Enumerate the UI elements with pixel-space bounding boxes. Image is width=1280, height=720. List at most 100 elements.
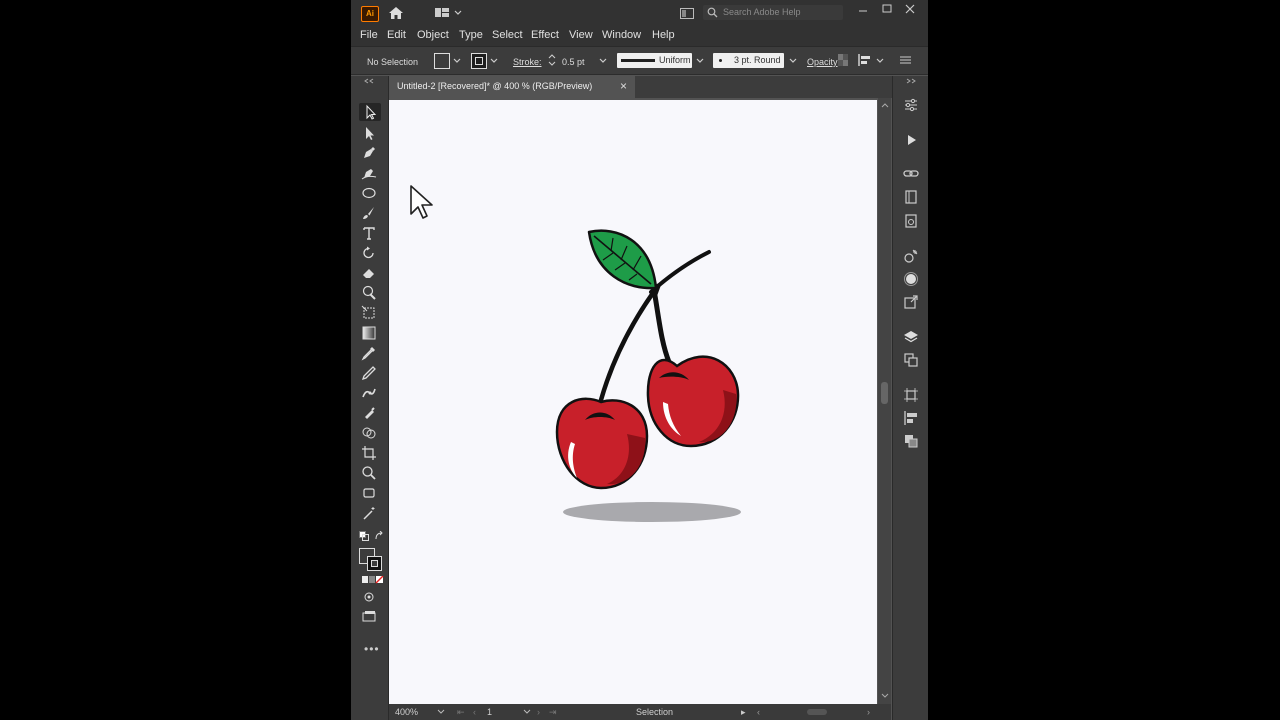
fill-swatch[interactable] — [434, 53, 450, 69]
free-transform-tool-icon[interactable] — [361, 305, 377, 321]
artboard-number[interactable]: 1 — [487, 707, 492, 717]
home-icon[interactable] — [388, 6, 404, 20]
paintbrush-tool-icon[interactable] — [361, 205, 377, 221]
workspace-switcher-icon[interactable] — [435, 8, 463, 18]
variable-width-profile[interactable]: Uniform — [617, 53, 692, 68]
brush-definition[interactable]: 3 pt. Round — [713, 53, 784, 68]
eraser-tool-icon[interactable] — [361, 265, 377, 281]
properties-panel-icon[interactable] — [903, 97, 919, 113]
stroke-weight-stepper-icon[interactable] — [548, 53, 556, 67]
align-icon[interactable] — [858, 53, 872, 67]
previous-artboard-icon[interactable]: ‹ — [473, 707, 476, 717]
minimize-button[interactable] — [857, 4, 869, 16]
vertical-scrollbar[interactable] — [878, 98, 891, 704]
menu-help[interactable]: Help — [652, 29, 675, 41]
canvas-area[interactable] — [389, 98, 891, 704]
menu-object[interactable]: Object — [417, 29, 449, 41]
warp-tool-icon[interactable] — [361, 285, 377, 301]
selection-tool-icon[interactable] — [359, 103, 381, 121]
dock-collapse-icon[interactable] — [905, 78, 917, 84]
edit-toolbar-icon[interactable]: ••• — [364, 642, 380, 656]
color-mode-icons[interactable] — [362, 576, 384, 584]
search-box[interactable]: Search Adobe Help — [703, 5, 843, 20]
appearance-panel-icon[interactable] — [903, 248, 919, 264]
graphic-styles-icon[interactable] — [903, 271, 919, 287]
live-paint-tool-icon[interactable] — [361, 405, 377, 421]
direct-selection-tool-icon[interactable] — [361, 125, 377, 141]
opacity-field-icon[interactable] — [838, 54, 848, 66]
brush-dropdown-icon[interactable] — [789, 58, 797, 64]
swap-fill-stroke-icon[interactable] — [374, 531, 384, 541]
ellipse-tool-icon[interactable] — [361, 185, 377, 201]
last-artboard-icon[interactable]: ⇥ — [549, 707, 557, 718]
transform-panel-icon[interactable] — [903, 387, 919, 403]
stroke-weight-dropdown-icon[interactable] — [599, 58, 607, 64]
menu-select[interactable]: Select — [492, 29, 523, 41]
rotate-tool-icon[interactable] — [361, 245, 377, 261]
fill-dropdown-icon[interactable] — [453, 58, 461, 64]
screen-mode-icon[interactable] — [361, 609, 377, 625]
maximize-button[interactable] — [881, 3, 893, 15]
artboards-panel-icon[interactable] — [903, 352, 919, 368]
artboard[interactable] — [389, 100, 877, 704]
cherry-illustration[interactable] — [389, 100, 877, 704]
arrange-documents-icon[interactable] — [680, 8, 694, 19]
scroll-down-icon[interactable] — [881, 693, 889, 699]
menu-type[interactable]: Type — [459, 29, 483, 41]
export-icon[interactable] — [903, 294, 919, 310]
horizontal-scroll-thumb[interactable] — [807, 709, 827, 715]
document-tab[interactable]: Untitled-2 [Recovered]* @ 400 % (RGB/Pre… — [389, 76, 635, 98]
pen-tool-icon[interactable] — [361, 145, 377, 161]
shape-builder-tool-icon[interactable] — [361, 425, 377, 441]
close-window-button[interactable] — [904, 3, 916, 15]
menu-view[interactable]: View — [569, 29, 593, 41]
align-panel-icon[interactable] — [903, 410, 919, 426]
zoom-level[interactable]: 400% — [395, 707, 418, 717]
default-fill-stroke-icon[interactable] — [359, 531, 369, 541]
actions-panel-icon[interactable] — [903, 132, 919, 148]
eyedropper-tool-icon[interactable] — [361, 345, 377, 361]
asset-export-icon[interactable] — [903, 213, 919, 229]
panel-menu-icon[interactable] — [900, 55, 911, 65]
menu-window[interactable]: Window — [602, 29, 641, 41]
type-tool-icon[interactable] — [361, 225, 377, 241]
zoom-tool-icon[interactable] — [361, 465, 377, 481]
artboard-tool-icon[interactable] — [361, 445, 377, 461]
magic-wand-tool-icon[interactable] — [361, 505, 377, 521]
links-panel-icon[interactable] — [903, 166, 919, 182]
scroll-thumb[interactable] — [881, 382, 888, 404]
artboard-dropdown-icon[interactable] — [523, 709, 531, 715]
panel-collapse-icon[interactable] — [363, 78, 375, 84]
scroll-up-icon[interactable] — [881, 102, 889, 108]
stroke-swatch[interactable] — [471, 53, 487, 69]
curvature-tool-icon[interactable] — [361, 165, 377, 181]
menu-effect[interactable]: Effect — [531, 29, 559, 41]
align-dropdown-icon[interactable] — [876, 58, 884, 64]
gradient-tool-icon[interactable] — [361, 325, 377, 341]
stroke-color-swatch[interactable] — [367, 556, 382, 571]
profile-dropdown-icon[interactable] — [696, 58, 704, 64]
first-artboard-icon[interactable]: ⇤ — [457, 707, 465, 718]
status-play-icon[interactable]: ▸ — [741, 707, 746, 718]
fill-stroke-swatches[interactable] — [359, 548, 383, 572]
search-input[interactable]: Search Adobe Help — [723, 7, 801, 17]
zoom-dropdown-icon[interactable] — [437, 709, 445, 715]
close-tab-button[interactable]: × — [620, 79, 627, 93]
pencil-tool-icon[interactable] — [361, 365, 377, 381]
scroll-left-icon[interactable]: ‹ — [757, 707, 760, 717]
menu-edit[interactable]: Edit — [387, 29, 406, 41]
menu-file[interactable]: File — [360, 29, 378, 41]
stroke-label[interactable]: Stroke: — [513, 57, 542, 67]
opacity-label[interactable]: Opacity — [807, 57, 838, 67]
layers-panel-icon[interactable] — [903, 329, 919, 345]
document-tab-title: Untitled-2 [Recovered]* @ 400 % (RGB/Pre… — [397, 81, 593, 91]
libraries-panel-icon[interactable] — [903, 189, 919, 205]
puppet-warp-tool-icon[interactable] — [361, 385, 377, 401]
next-artboard-icon[interactable]: › — [537, 707, 540, 717]
rectangle-frame-icon[interactable] — [361, 485, 377, 501]
stroke-dropdown-icon[interactable] — [490, 58, 498, 64]
scroll-right-icon[interactable]: › — [867, 707, 870, 717]
draw-mode-icon[interactable] — [361, 589, 377, 605]
stroke-weight-input[interactable]: 0.5 pt — [562, 57, 585, 67]
pathfinder-panel-icon[interactable] — [903, 433, 919, 449]
